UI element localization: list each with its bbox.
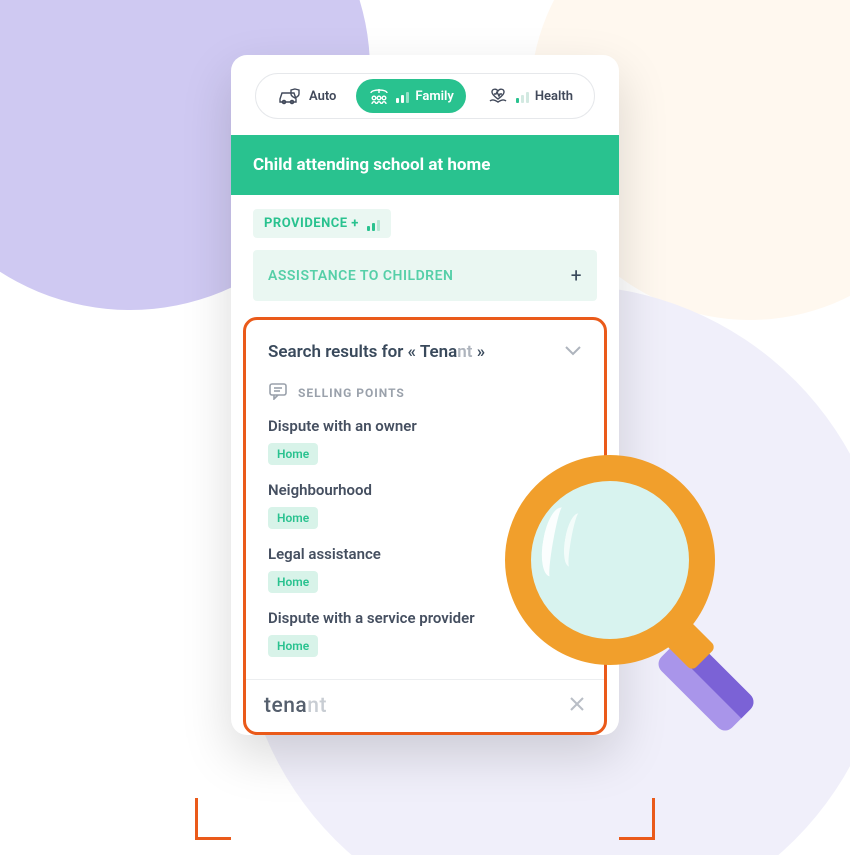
search-input-suggestion: nt xyxy=(307,694,327,718)
assistance-label: ASSISTANCE TO CHILDREN xyxy=(268,268,453,284)
speech-bubble-icon xyxy=(268,382,288,403)
app-card: Auto Family Health xyxy=(231,55,619,735)
heart-hands-icon xyxy=(486,86,510,106)
result-title[interactable]: Legal assistance xyxy=(268,545,582,563)
result-title[interactable]: Neighbourhood xyxy=(268,481,582,499)
result-tag[interactable]: Home xyxy=(268,507,318,529)
category-tabs: Auto Family Health xyxy=(255,73,595,119)
result-tag[interactable]: Home xyxy=(268,571,318,593)
search-results-panel: Search results for « Tenant » SELLING PO… xyxy=(243,317,607,735)
signal-bars-icon xyxy=(367,217,380,231)
tab-family-label: Family xyxy=(415,89,453,104)
search-input[interactable]: tenant xyxy=(246,679,604,732)
close-icon[interactable] xyxy=(568,695,586,717)
tab-family[interactable]: Family xyxy=(356,79,465,113)
result-tag[interactable]: Home xyxy=(268,443,318,465)
search-results-title: Search results for « Tenant » xyxy=(268,342,485,362)
tab-auto-label: Auto xyxy=(309,89,336,104)
tab-health[interactable]: Health xyxy=(474,79,585,113)
chevron-down-icon xyxy=(564,342,582,362)
family-umbrella-icon xyxy=(368,86,390,106)
signal-bars-icon xyxy=(516,89,529,103)
page-title-text: Child attending school at home xyxy=(253,155,490,175)
tab-auto[interactable]: Auto xyxy=(265,79,348,113)
plan-name: PROVIDENCE + xyxy=(264,216,359,231)
assistance-row[interactable]: ASSISTANCE TO CHILDREN + xyxy=(253,250,597,301)
search-result-item: Dispute with an owner Home xyxy=(246,417,604,481)
tab-health-label: Health xyxy=(535,89,573,104)
results-section-label: SELLING POINTS xyxy=(298,386,405,400)
plus-icon: + xyxy=(571,264,582,287)
plan-badge[interactable]: PROVIDENCE + xyxy=(253,209,391,238)
bracket-corner-br xyxy=(619,837,655,840)
search-result-item: Legal assistance Home xyxy=(246,545,604,609)
page-title: Child attending school at home xyxy=(231,135,619,195)
search-result-item: Dispute with a service provider Home xyxy=(246,609,604,673)
result-tag[interactable]: Home xyxy=(268,635,318,657)
result-title[interactable]: Dispute with an owner xyxy=(268,417,582,435)
result-title[interactable]: Dispute with a service provider xyxy=(268,609,582,627)
car-shield-icon xyxy=(277,86,303,106)
search-input-typed: tena xyxy=(264,694,307,718)
bracket-corner-bl xyxy=(195,798,198,840)
search-result-item: Neighbourhood Home xyxy=(246,481,604,545)
search-results-header[interactable]: Search results for « Tenant » xyxy=(246,320,604,382)
results-section-header: SELLING POINTS xyxy=(246,382,604,417)
bracket-corner-bl xyxy=(195,837,231,840)
signal-bars-icon xyxy=(396,89,409,103)
bracket-corner-br xyxy=(652,798,655,840)
